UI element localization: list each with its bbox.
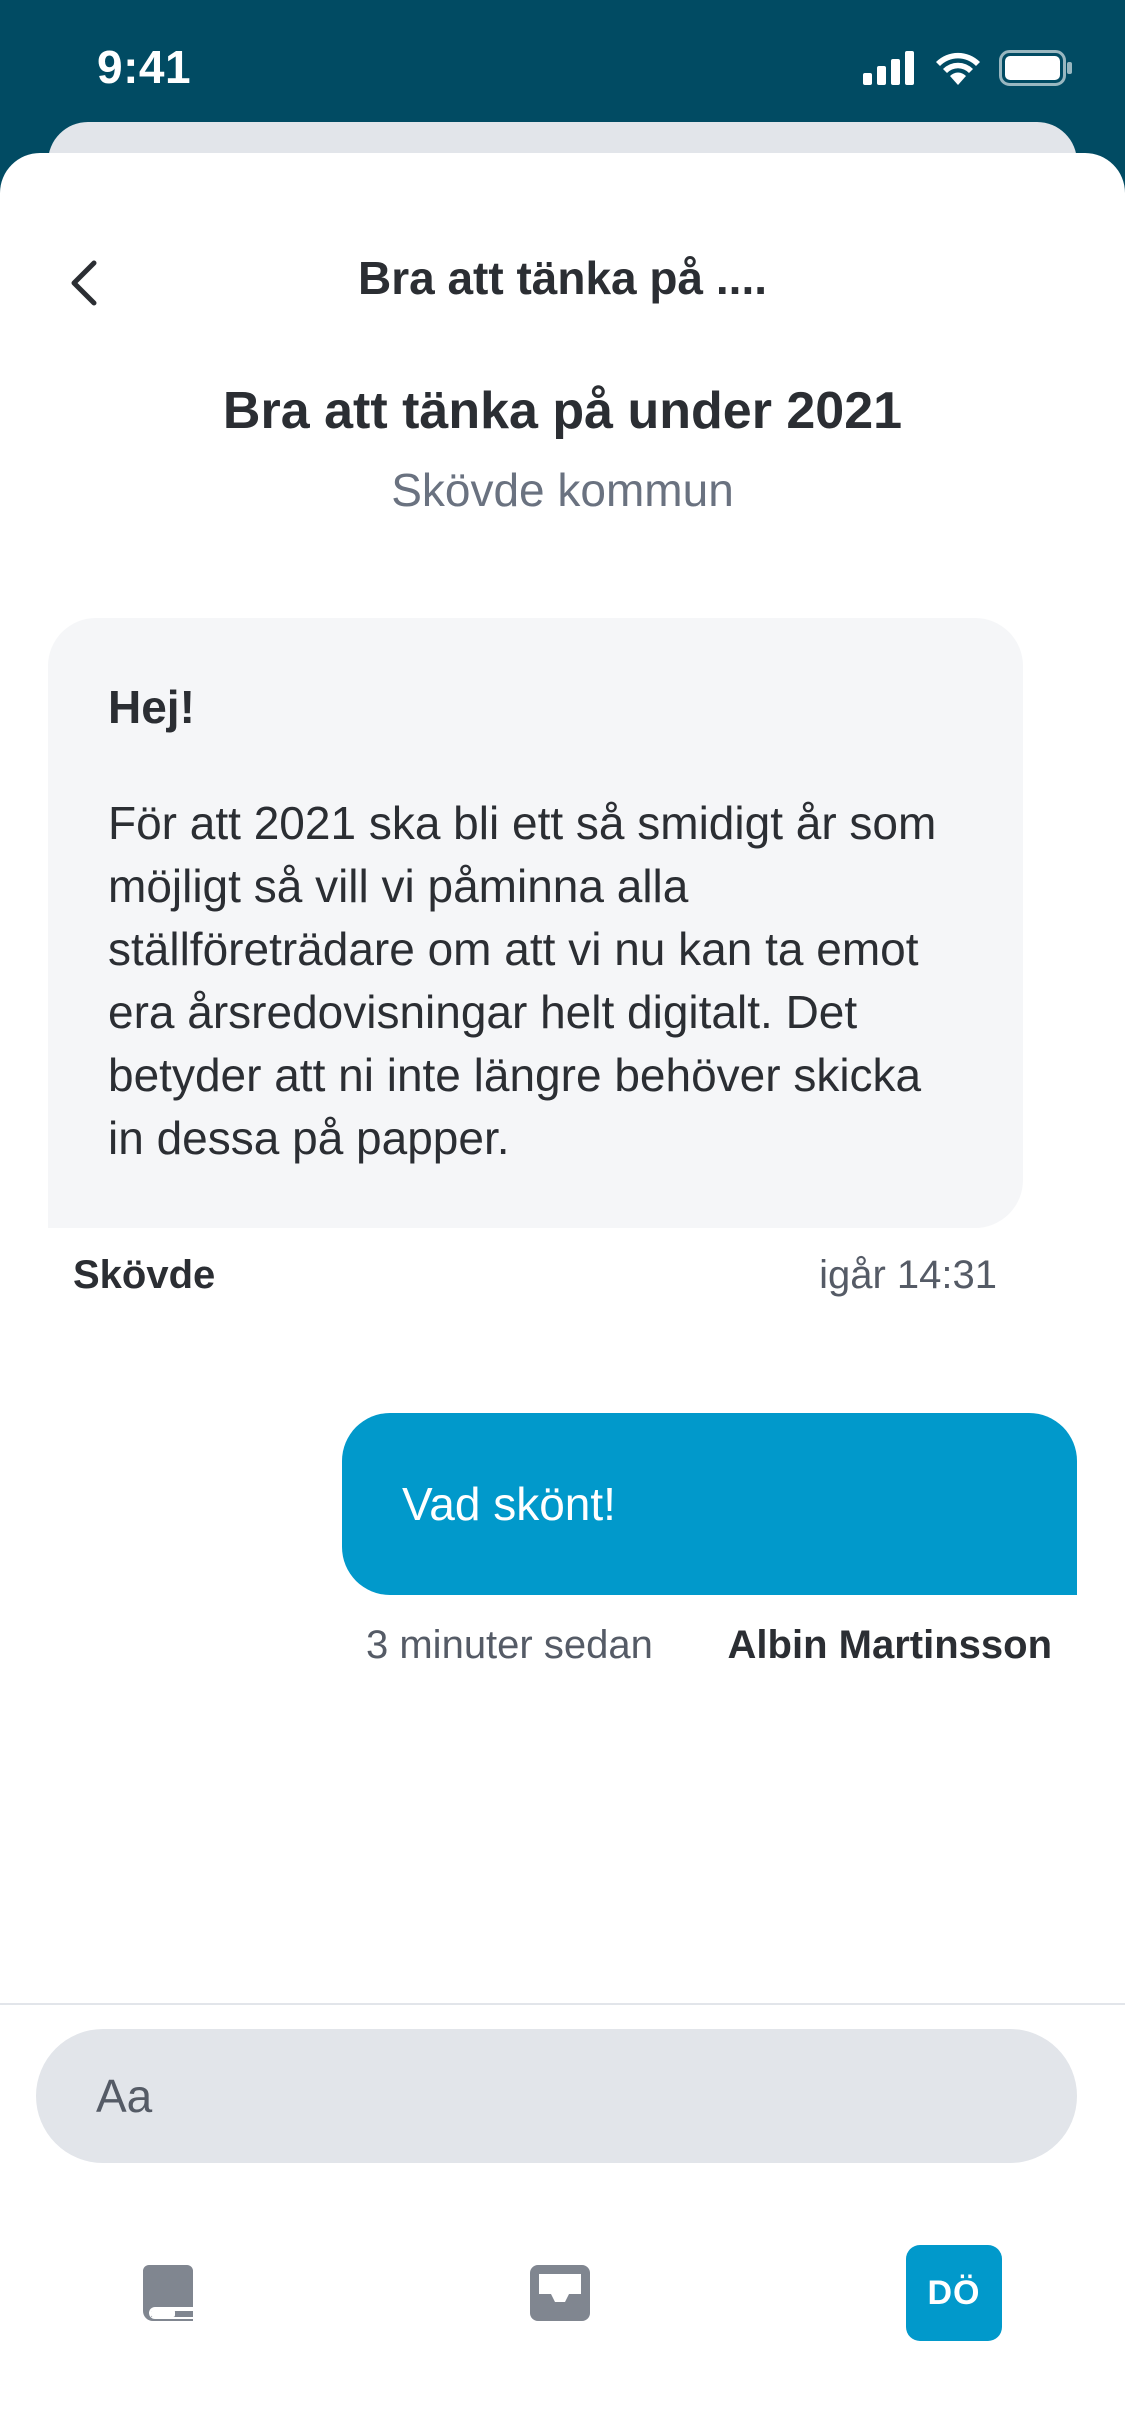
message-greeting: Hej! [108,681,195,733]
thread-subtitle: Skövde kommun [391,464,734,516]
battery-icon [999,50,1072,86]
outgoing-message-bubble: Vad skönt! [342,1413,1077,1595]
nav-header: Bra att tänka på .... [0,223,1125,343]
tab-inbox[interactable] [500,2223,620,2363]
message-timestamp: igår 14:31 [819,1253,997,1297]
message-body: För att 2021 ska bli ett så smidigt år s… [108,797,937,1164]
status-icons [863,48,1073,88]
status-bar: 9:41 [0,0,1125,140]
avatar: DÖ [906,2245,1002,2341]
message-input[interactable] [36,2029,1077,2163]
tab-profile[interactable]: DÖ [906,2223,1002,2363]
inbox-icon [530,2265,590,2321]
incoming-message-bubble: Hej! För att 2021 ska bli ett så smidigt… [48,618,1023,1228]
tab-bar: DÖ [0,2223,1125,2363]
message-author: Albin Martinsson [727,1623,1052,1667]
wifi-icon [936,52,980,85]
cellular-signal-icon [863,51,914,85]
composer-divider [0,2003,1125,2005]
message-body: Vad skönt! [402,1478,616,1530]
book-icon [143,2265,193,2321]
message-author: Skövde [73,1253,216,1297]
message-timestamp: 3 minuter sedan [366,1623,653,1667]
tab-book[interactable] [108,2223,228,2363]
nav-title: Bra att tänka på .... [357,252,767,304]
status-time: 9:41 [97,41,192,93]
thread-title: Bra att tänka på under 2021 [222,382,903,440]
conversation-sheet: Bra att tänka på .... Bra att tänka på u… [0,153,1125,2436]
